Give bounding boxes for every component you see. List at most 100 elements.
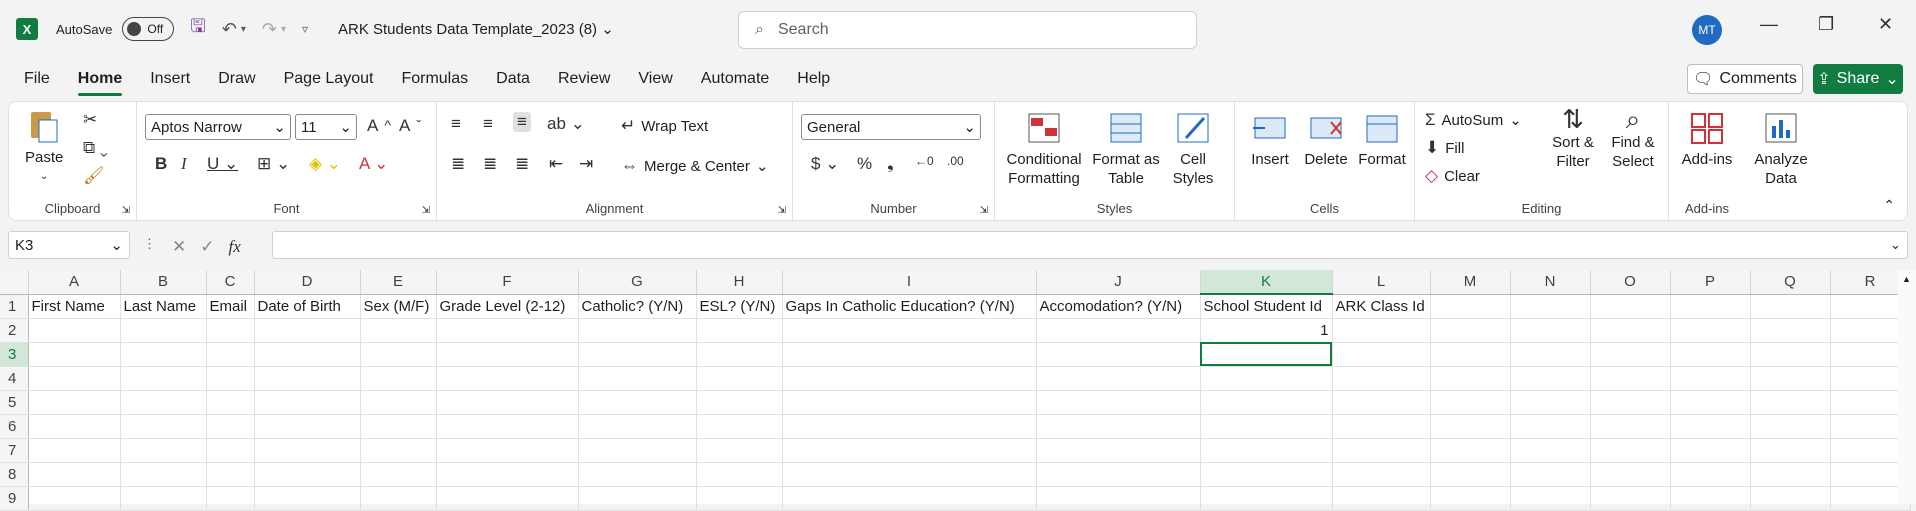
share-button[interactable]: ⇪ Share ⌄ — [1813, 64, 1903, 94]
cell[interactable] — [578, 318, 697, 343]
cell[interactable] — [436, 438, 579, 463]
cell[interactable]: ESL? (Y/N) — [696, 294, 783, 319]
cell[interactable] — [1750, 318, 1831, 343]
column-header-q[interactable]: Q — [1750, 270, 1831, 295]
cell[interactable]: Accomodation? (Y/N) — [1036, 294, 1201, 319]
cell[interactable] — [1036, 414, 1201, 439]
merge-center-button[interactable]: ⇔ Merge & Center ⌄ — [621, 156, 768, 176]
cell[interactable] — [1332, 486, 1431, 511]
row-header[interactable]: 8 — [0, 462, 29, 487]
cell[interactable] — [1510, 486, 1591, 511]
cell[interactable] — [696, 438, 783, 463]
cell[interactable] — [1430, 342, 1511, 367]
column-header-c[interactable]: C — [206, 270, 255, 295]
align-right-icon[interactable]: ≣ — [515, 154, 529, 174]
cell[interactable] — [1036, 390, 1201, 415]
cell[interactable] — [1510, 294, 1591, 319]
column-header-m[interactable]: M — [1430, 270, 1511, 295]
cell[interactable] — [1590, 390, 1671, 415]
column-header-b[interactable]: B — [120, 270, 207, 295]
cell[interactable] — [1332, 462, 1431, 487]
bottom-align-icon[interactable]: ≡ — [513, 112, 531, 132]
cell[interactable] — [254, 438, 361, 463]
cell[interactable] — [254, 366, 361, 391]
row-header[interactable]: 2 — [0, 318, 29, 343]
cell[interactable] — [1332, 414, 1431, 439]
orientation-icon[interactable]: ab ⌄ — [547, 114, 585, 134]
cell[interactable] — [1590, 294, 1671, 319]
cell[interactable] — [360, 462, 437, 487]
cell[interactable] — [28, 414, 121, 439]
align-center-icon[interactable]: ≣ — [483, 154, 497, 174]
enter-icon[interactable]: ✓ — [200, 237, 214, 257]
cancel-icon[interactable]: ✕ — [172, 237, 186, 257]
cell[interactable] — [1590, 486, 1671, 511]
cell[interactable] — [696, 342, 783, 367]
comma-icon[interactable]: ❟ — [887, 154, 894, 174]
cell[interactable] — [360, 438, 437, 463]
addins-button[interactable]: Add-ins — [1677, 110, 1737, 169]
cell[interactable]: First Name — [28, 294, 121, 319]
format-cells-button[interactable]: Format — [1355, 110, 1409, 169]
analyze-data-button[interactable]: Analyze Data — [1749, 110, 1813, 188]
cell[interactable] — [206, 414, 255, 439]
tab-help[interactable]: Help — [783, 60, 844, 98]
cell[interactable] — [1430, 318, 1511, 343]
customize-toolbar-icon[interactable]: ▿ — [302, 22, 308, 36]
column-header-p[interactable]: P — [1670, 270, 1751, 295]
font-name-dropdown[interactable]: Aptos Narrow ⌄ — [145, 114, 291, 140]
top-align-icon[interactable]: ≡ — [451, 114, 461, 134]
cell[interactable] — [782, 318, 1037, 343]
cell[interactable] — [1200, 366, 1333, 391]
cell[interactable] — [1332, 438, 1431, 463]
cell[interactable] — [1670, 318, 1751, 343]
tab-file[interactable]: File — [10, 60, 64, 98]
decrease-indent-icon[interactable]: ⇤ — [549, 154, 563, 174]
cell[interactable] — [206, 366, 255, 391]
restore-icon[interactable]: ❐ — [1818, 14, 1834, 35]
row-header[interactable]: 7 — [0, 438, 29, 463]
cell[interactable] — [360, 486, 437, 511]
cell[interactable] — [1200, 342, 1333, 367]
cell[interactable] — [1590, 438, 1671, 463]
increase-font-icon[interactable]: A ^ — [367, 116, 391, 136]
cell[interactable] — [1670, 462, 1751, 487]
percent-icon[interactable]: % — [857, 154, 872, 174]
cell[interactable] — [1036, 462, 1201, 487]
cell[interactable] — [696, 462, 783, 487]
column-header-f[interactable]: F — [436, 270, 579, 295]
cell[interactable] — [1750, 294, 1831, 319]
cell[interactable] — [360, 414, 437, 439]
cell[interactable] — [782, 438, 1037, 463]
cell[interactable] — [1510, 414, 1591, 439]
cell[interactable] — [1510, 462, 1591, 487]
cell[interactable] — [1750, 438, 1831, 463]
cell[interactable] — [1510, 318, 1591, 343]
row-header[interactable]: 3 — [0, 342, 29, 367]
cell[interactable] — [436, 486, 579, 511]
cell[interactable] — [120, 462, 207, 487]
tab-page-layout[interactable]: Page Layout — [270, 60, 388, 98]
scroll-up-icon[interactable]: ▲ — [1902, 274, 1911, 284]
cell[interactable] — [254, 414, 361, 439]
cell[interactable] — [206, 318, 255, 343]
cell[interactable] — [1670, 342, 1751, 367]
delete-cells-button[interactable]: Delete — [1299, 110, 1353, 169]
align-left-icon[interactable]: ≣ — [451, 154, 465, 174]
cell[interactable] — [206, 342, 255, 367]
cell[interactable] — [120, 486, 207, 511]
cell[interactable] — [254, 390, 361, 415]
cell[interactable]: Email — [206, 294, 255, 319]
column-header-a[interactable]: A — [28, 270, 121, 295]
cell[interactable]: ARK Class Id — [1332, 294, 1431, 319]
find-select-button[interactable]: ⌕ Find & Select — [1603, 106, 1663, 171]
cell[interactable] — [360, 342, 437, 367]
bold-icon[interactable]: B — [155, 154, 167, 174]
collapse-ribbon-icon[interactable]: ⌃ — [1883, 197, 1895, 214]
column-header-j[interactable]: J — [1036, 270, 1201, 295]
cell[interactable] — [360, 318, 437, 343]
cell[interactable] — [1750, 366, 1831, 391]
cell[interactable] — [1510, 390, 1591, 415]
autosum-button[interactable]: Σ AutoSum ⌄ — [1425, 110, 1522, 130]
cell[interactable] — [436, 462, 579, 487]
